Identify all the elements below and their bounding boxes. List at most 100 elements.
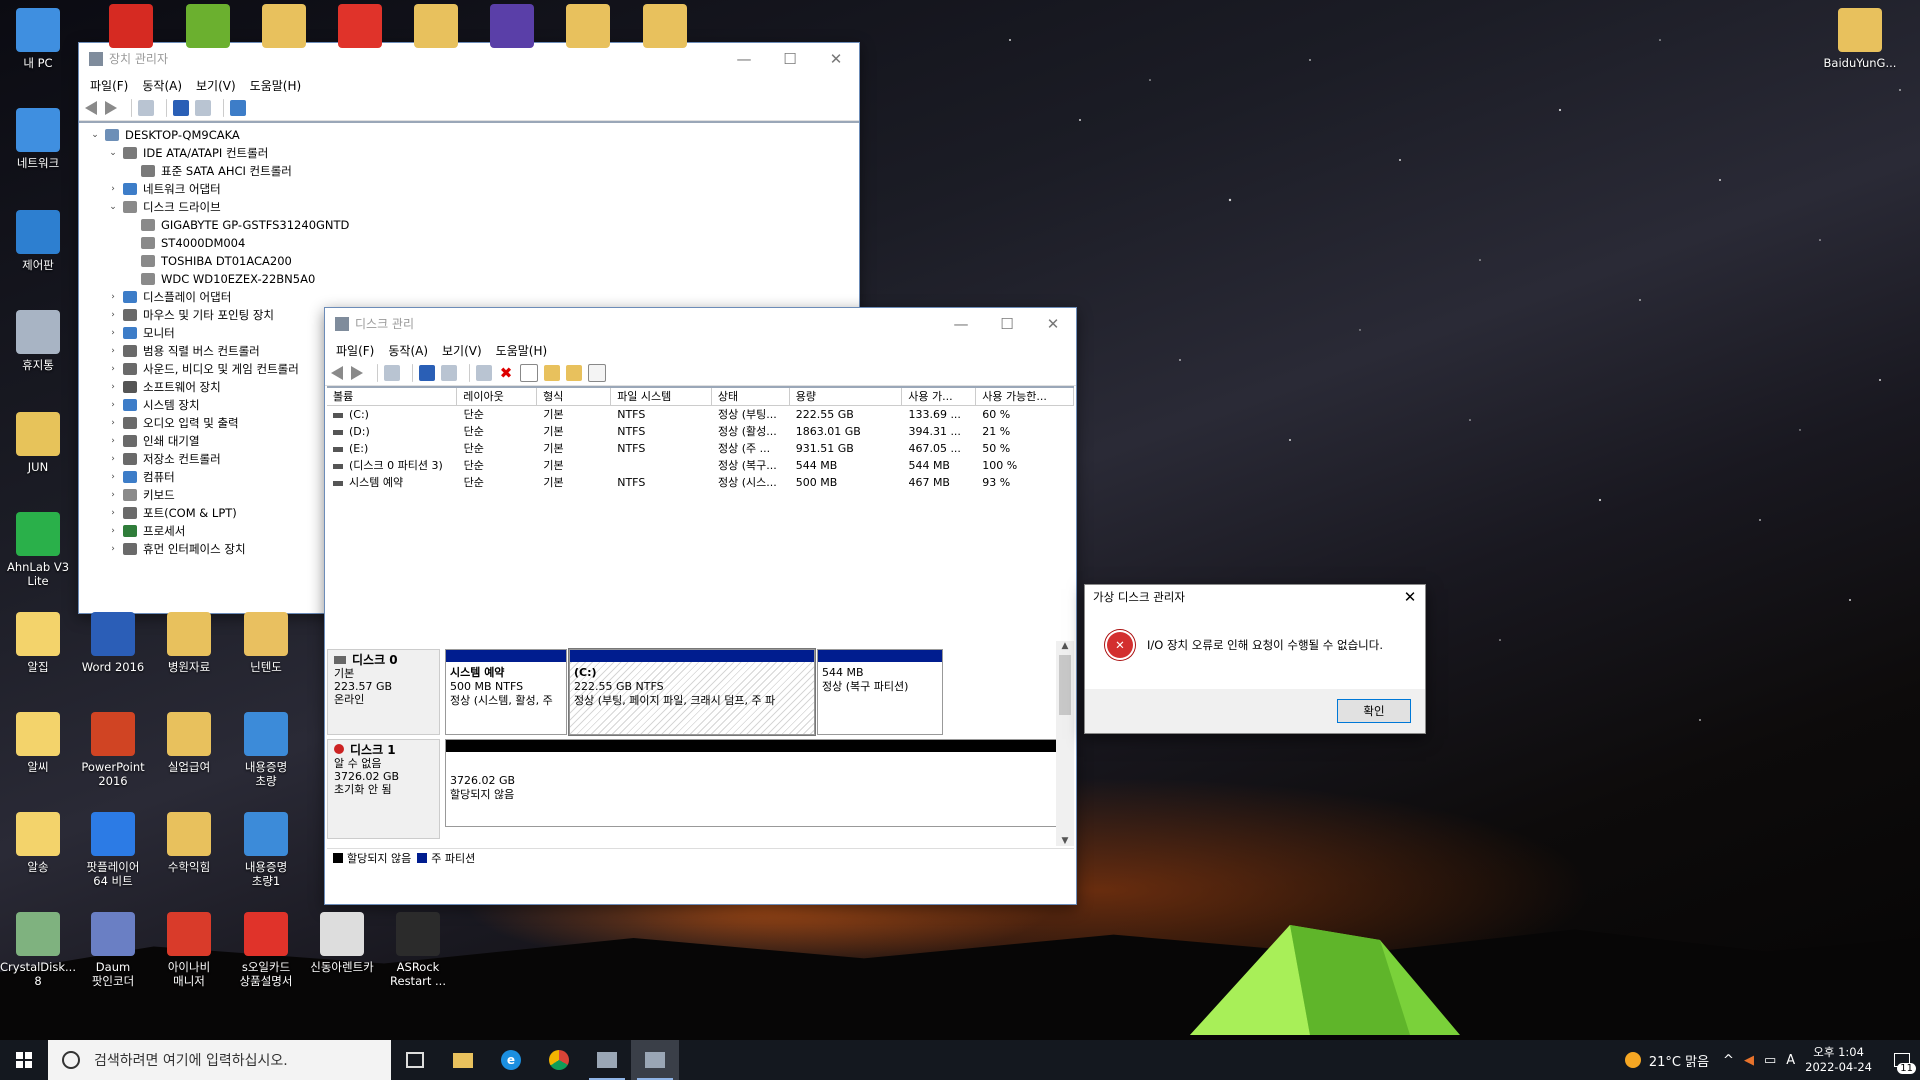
desktop-icon[interactable]: 수학익힘 [151, 812, 227, 874]
scroll-thumb[interactable] [1059, 655, 1071, 715]
desktop-icon-baiduyun[interactable]: BaiduYunG... [1822, 8, 1898, 70]
desktop-icon[interactable]: CrystalDisk... 8 [0, 912, 76, 988]
desktop-icon[interactable]: 팟플레이어 64 비트 [75, 812, 151, 888]
minimize-button[interactable]: — [938, 315, 984, 333]
tree-node[interactable]: TOSHIBA DT01ACA200 [79, 252, 859, 270]
minimize-button[interactable]: — [721, 50, 767, 68]
desktop-icon[interactable]: AhnLab V3 Lite [0, 512, 76, 588]
properties-icon[interactable] [138, 100, 154, 116]
expand-chevron-icon[interactable]: › [107, 418, 119, 428]
expand-chevron-icon[interactable]: › [107, 472, 119, 482]
back-arrow-icon[interactable] [85, 101, 97, 115]
taskbar-chrome[interactable] [535, 1040, 583, 1080]
table-row[interactable]: (디스크 0 파티션 3) 단순 기본 정상 (복구... 544 MB 544 MB 10… [327, 457, 1074, 474]
desktop-icon[interactable]: PowerPoint 2016 [75, 712, 151, 788]
desktop-icon[interactable]: Word 2016 [75, 612, 151, 674]
expand-chevron-icon[interactable]: › [107, 364, 119, 374]
disk-1-label[interactable]: 디스크 1 알 수 없음 3726.02 GB 초기화 안 됨 [327, 739, 440, 839]
view-icon[interactable] [441, 365, 457, 381]
desktop-icon[interactable]: 알씨 [0, 712, 76, 774]
menu-dm-1[interactable]: 동작(A) [135, 77, 189, 94]
menu-dk-2[interactable]: 보기(V) [435, 342, 489, 359]
expand-chevron-icon[interactable]: › [107, 526, 119, 536]
column-header[interactable]: 볼륨 [327, 388, 458, 405]
expand-chevron-icon[interactable]: › [107, 400, 119, 410]
taskbar-file-explorer[interactable] [439, 1040, 487, 1080]
table-row[interactable]: 시스템 예약 단순 기본 NTFS 정상 (시스... 500 MB 467 MB 93 % [327, 474, 1074, 491]
weather-sun-icon[interactable] [1624, 1052, 1641, 1068]
partition-system-reserved[interactable]: 시스템 예약 500 MB NTFS 정상 (시스템, 활성, 주 [445, 649, 567, 735]
desktop-icon[interactable]: 내 PC [0, 8, 76, 70]
desktop-icon[interactable]: 병원자료 [151, 612, 227, 674]
menu-dm-0[interactable]: 파일(F) [83, 77, 135, 94]
column-header[interactable]: 상태 [712, 388, 790, 405]
expand-chevron-icon[interactable]: › [107, 544, 119, 554]
desktop-icon[interactable]: 네트워크 [0, 108, 76, 170]
console-icon[interactable] [588, 364, 606, 382]
column-header[interactable]: 용량 [790, 388, 903, 405]
expand-chevron-icon[interactable]: › [107, 292, 119, 302]
desktop-icon[interactable]: 휴지통 [0, 310, 76, 372]
desktop-icon-top[interactable] [170, 4, 246, 52]
forward-arrow-icon[interactable] [351, 366, 363, 380]
collapse-chevron-icon[interactable]: ⌄ [107, 202, 119, 212]
open-folder-icon[interactable] [566, 365, 582, 381]
desktop-icon[interactable]: Daum 팟인코더 [75, 912, 151, 988]
tree-node[interactable]: › 네트워크 어댑터 [79, 180, 859, 198]
desktop-icon[interactable]: s오일카드 상품설명서 [228, 912, 304, 988]
expand-chevron-icon[interactable]: › [107, 436, 119, 446]
table-row[interactable]: (C:) 단순 기본 NTFS 정상 (부팅... 222.55 GB 133.69 ...… [327, 406, 1074, 423]
menu-dk-1[interactable]: 동작(A) [381, 342, 435, 359]
column-header[interactable]: 형식 [537, 388, 612, 405]
expand-chevron-icon[interactable]: › [107, 382, 119, 392]
scan-hardware-icon[interactable] [230, 100, 246, 116]
disk-management-titlebar[interactable]: 디스크 관리 — ☐ ✕ [325, 308, 1076, 339]
desktop-icon[interactable]: 알송 [0, 812, 76, 874]
desktop-icon[interactable]: 내용증명 초량 [228, 712, 304, 788]
ime-indicator[interactable]: A [1786, 1053, 1795, 1068]
weather-text[interactable]: 21°C 맑음 [1649, 1051, 1709, 1070]
close-button[interactable]: ✕ [813, 50, 859, 68]
desktop-icon[interactable]: 실업급여 [151, 712, 227, 774]
maximize-button[interactable]: ☐ [767, 50, 813, 68]
new-folder-icon[interactable] [544, 365, 560, 381]
desktop-icon-top[interactable] [627, 4, 703, 52]
desktop-icon-top[interactable] [550, 4, 626, 52]
desktop-icon-top[interactable] [246, 4, 322, 52]
graph-scrollbar[interactable]: ▲ ▼ [1056, 641, 1074, 846]
collapse-chevron-icon[interactable]: ⌄ [107, 148, 119, 158]
delete-icon[interactable]: ✖ [498, 365, 514, 381]
maximize-button[interactable]: ☐ [984, 315, 1030, 333]
network-icon[interactable]: ▭ [1764, 1053, 1776, 1068]
help-icon[interactable] [173, 100, 189, 116]
tree-node[interactable]: ⌄ 디스크 드라이브 [79, 198, 859, 216]
partition-recovery[interactable]: 544 MB 정상 (복구 파티션) [817, 649, 943, 735]
tree-node[interactable]: ⌄ DESKTOP-QM9CAKA [79, 126, 859, 144]
ok-button[interactable]: 확인 [1337, 699, 1411, 723]
desktop-icon[interactable]: 닌텐도 [228, 612, 304, 674]
show-hidden-icons-chevron-icon[interactable]: ^ [1723, 1053, 1734, 1068]
scroll-down-icon[interactable]: ▼ [1056, 836, 1074, 846]
expand-chevron-icon[interactable]: › [107, 346, 119, 356]
tree-node[interactable]: 표준 SATA AHCI 컨트롤러 [79, 162, 859, 180]
dialog-close-button[interactable]: ✕ [1395, 588, 1425, 606]
expand-chevron-icon[interactable]: › [107, 184, 119, 194]
desktop-icon-top[interactable] [322, 4, 398, 52]
tree-node[interactable]: ST4000DM004 [79, 234, 859, 252]
connect-icon[interactable] [476, 365, 492, 381]
column-header[interactable]: 사용 가... [902, 388, 977, 405]
partition-c-drive[interactable]: (C:) 222.55 GB NTFS 정상 (부팅, 페이지 파일, 크래시 … [568, 648, 816, 736]
tree-node[interactable]: GIGABYTE GP-GSTFS31240GNTD [79, 216, 859, 234]
taskbar-search-box[interactable]: 검색하려면 여기에 입력하십시오. [48, 1040, 391, 1080]
menu-dk-3[interactable]: 도움말(H) [489, 342, 555, 359]
disk-0-label[interactable]: 디스크 0 기본 223.57 GB 온라인 [327, 649, 440, 735]
check-icon[interactable] [520, 364, 538, 382]
expand-chevron-icon[interactable]: › [107, 328, 119, 338]
taskbar-device-manager[interactable] [583, 1040, 631, 1080]
desktop-icon-top[interactable] [398, 4, 474, 52]
help-icon[interactable] [419, 365, 435, 381]
start-button[interactable] [0, 1040, 48, 1080]
properties-icon[interactable] [384, 365, 400, 381]
tree-node[interactable]: › 디스플레이 어댑터 [79, 288, 859, 306]
desktop-icon[interactable]: 내용증명 초량1 [228, 812, 304, 888]
